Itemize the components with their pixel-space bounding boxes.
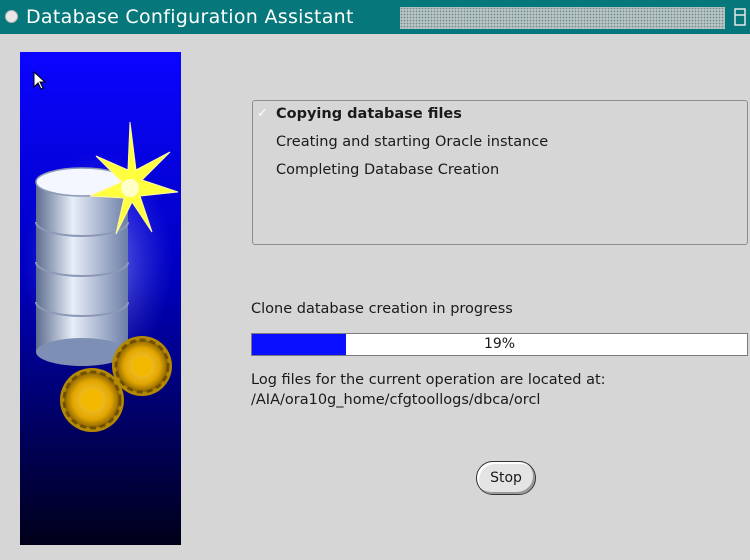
- progress-percent: 19%: [483, 336, 516, 352]
- title-bar-drag-area[interactable]: [400, 7, 725, 29]
- step-item-copying: Copying database files: [276, 106, 462, 122]
- window-title: Database Configuration Assistant: [26, 6, 354, 28]
- window-menu-icon[interactable]: [5, 10, 18, 23]
- log-location-label: Log files for the current operation are …: [251, 372, 606, 388]
- check-icon: ✓: [257, 106, 268, 121]
- step-item-completing: Completing Database Creation: [276, 162, 500, 178]
- steps-panel: ✓ Copying database files Creating and st…: [252, 100, 748, 245]
- maximize-icon[interactable]: [734, 8, 746, 26]
- log-location-path: /AIA/ora10g_home/cfgtoollogs/dbca/orcl: [251, 392, 541, 408]
- stop-button[interactable]: Stop: [476, 461, 536, 495]
- status-text: Clone database creation in progress: [251, 301, 513, 317]
- wizard-illustration: [20, 52, 181, 545]
- title-bar[interactable]: Database Configuration Assistant: [0, 0, 750, 34]
- progress-bar: 19%: [251, 333, 748, 356]
- step-item-creating-instance: Creating and starting Oracle instance: [276, 134, 549, 150]
